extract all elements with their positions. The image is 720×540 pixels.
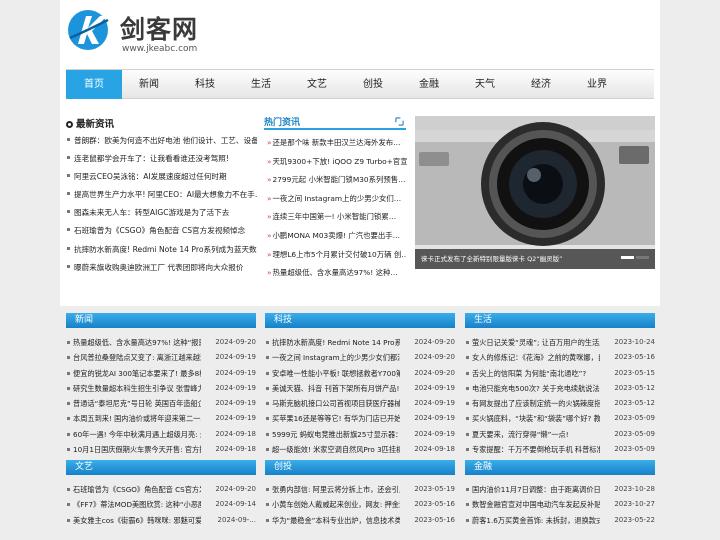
panel-news: 新闻 热量超级低、含水量高达97%! 这种“报恩”蔬菜…2024-09-20 台… — [66, 313, 256, 457]
list-item[interactable]: 普通话“泰坦尼克”号日轮 英国百年造船企业哈兰…2024-09-19 — [66, 396, 256, 411]
circle-bullet-icon — [66, 121, 73, 128]
panel-arts: 文艺 石班瑜曾为《CSGO》角色配音 CS官方发视频悼念2024-09-20 《… — [66, 460, 256, 528]
latest-title: 最新资讯 — [76, 119, 115, 130]
nav-venture[interactable]: 创投 — [345, 70, 401, 99]
list-item[interactable]: 提高世界生产力水平! 阿里CEO：AI最大想象力不在手… — [67, 186, 257, 204]
camera-photo — [415, 116, 655, 269]
list-item[interactable]: 数智金融官宣对中国电动汽车发起反补贴调查，涉及…2023-10-27 — [465, 497, 655, 512]
panel-life: 生活 萤火日记关爱“灵魂”; 让百万用户的生活乐趣模…2023-10-24 女人… — [465, 313, 655, 457]
list-item[interactable]: 热量超级低、含水量高达97%! 这种… — [267, 264, 407, 283]
list-item[interactable]: 阿里云CEO吴泳铭：AI发展速度超过任何时期 — [67, 168, 257, 186]
hot-title: 热门资讯 — [264, 118, 301, 128]
panel-list: 国内油价11月7日调整：由于距离调价日期较远，…2023-10-28 数智金融官… — [465, 475, 655, 528]
image-slider[interactable]: 徕卡正式发布了全新特别限量版徕卡 Q2“幽灵版” — [415, 116, 655, 269]
list-item[interactable]: 理想L6上市5个月累计交付破10万辆 创… — [267, 246, 407, 265]
list-item[interactable]: 萤火日记关爱“灵魂”; 让百万用户的生活乐趣模…2023-10-24 — [465, 335, 655, 350]
list-item[interactable]: 美诚天猫、抖音 刊首下架所有月饼产品! 罗永浩道…2024-09-19 — [265, 381, 455, 396]
list-item[interactable]: 天玑9300+下放! iQOO Z9 Turbo+官宣… — [267, 153, 407, 172]
list-item[interactable]: 台风普拉桑登陆点又变了: 离浙江越来越近 2024-09-19 — [66, 350, 256, 365]
main-nav: 首页 新闻 科技 生活 文艺 创投 金融 天气 经济 业界 — [66, 69, 654, 99]
slider-dot[interactable] — [621, 256, 634, 259]
hot-list: 还是那个味 新款丰田汉兰达海外发布… 天玑9300+下放! iQOO Z9 Tu… — [267, 134, 407, 283]
latest-heading: 最新资讯 — [66, 116, 114, 130]
slider-dots — [619, 252, 649, 261]
list-item[interactable]: 曝蔚来旗收购奥迪欧洲工厂 代表团即将向大众报价 — [67, 259, 257, 277]
list-item[interactable]: 国内油价11月7日调整：由于距离调价日期较远，…2023-10-28 — [465, 482, 655, 497]
list-item[interactable]: 60年一遇! 今年中秋满月遇上超级月亮: 最值赏…2024-09-18 — [66, 427, 256, 442]
list-item[interactable]: 蔚客1.6万买黄金首饰: 未拆封，退换款式均要按…2023-05-22 — [465, 513, 655, 528]
nav-economy[interactable]: 经济 — [513, 70, 569, 99]
panel-tech: 科技 抗摔防水新高度! Redmi Note 14 Pro系列成为蓝…2024-… — [265, 313, 455, 457]
list-item[interactable]: 石班瑜曾为《CSGO》角色配音 CS官方发视频悼念 — [67, 222, 257, 240]
panel-list: 热量超级低、含水量高达97%! 这种“报恩”蔬菜…2024-09-20 台风普拉… — [66, 328, 256, 457]
list-item[interactable]: 便宜的锐龙AI 300笔记本要来了! 最多8核CPU、…2024-09-19 — [66, 366, 256, 381]
panel-list: 萤火日记关爱“灵魂”; 让百万用户的生活乐趣模…2023-10-24 女人的修炼… — [465, 328, 655, 457]
panel-title[interactable]: 文艺 — [66, 460, 256, 475]
panel-venture: 创投 张勇内部信: 阿里云将分拆上市，还会引入外部…2023-05-19 小黄车… — [265, 460, 455, 528]
list-item[interactable]: 买苹果16还是等等它! 有华为门店已开始接受Mate…2024-09-19 — [265, 411, 455, 426]
panel-list: 石班瑜曾为《CSGO》角色配音 CS官方发视频悼念2024-09-20 《FF7… — [66, 475, 256, 528]
list-item[interactable]: 超一级能效! 米家空调自然风Pro 3匹挂机空调今…2024-09-18 — [265, 442, 455, 457]
latest-list: 普朗群：欧美为何造不出好电池 他们设计、工艺、设备… 连老鼠都学会开车了：让我看… — [67, 132, 257, 277]
panel-list: 抗摔防水新高度! Redmi Note 14 Pro系列成为蓝…2024-09-… — [265, 328, 455, 457]
list-item[interactable]: 5999元 蚂蚁电竞推出新旗25寸显示器：540Hz超…2024-09-19 — [265, 427, 455, 442]
list-item[interactable]: 美女雅主cos《街霸6》韩咪咪: 邪魅可爱身姿妖娆2024-09-... — [66, 513, 256, 528]
panel-list: 张勇内部信: 阿里云将分拆上市，还会引入外部…2023-05-19 小黄车创始人… — [265, 475, 455, 528]
list-item[interactable]: 10月1日国庆假期火车票今天开售: 官方提醒以准…2024-09-18 — [66, 442, 256, 457]
list-item[interactable]: 一夜之间 Instagram上的少男少女们… — [267, 190, 407, 209]
panel-title[interactable]: 新闻 — [66, 313, 256, 328]
nav-home[interactable]: 首页 — [66, 70, 122, 99]
site-logo[interactable]: 剑客网 www.jkeabc.com — [66, 6, 206, 58]
site-url: www.jkeabc.com — [122, 44, 198, 54]
list-item[interactable]: 女人的修炼记：《花海》之前的黄咪娜，自卑落…2023-05-16 — [465, 350, 655, 365]
panel-title[interactable]: 创投 — [265, 460, 455, 475]
list-item[interactable]: 马斯克脑机接口公司首视项目获医疗器械认证…2024-09-19 — [265, 396, 455, 411]
panel-title[interactable]: 生活 — [465, 313, 655, 328]
list-item[interactable]: 安卓唯一性能小平板! 联想拯救者Y700第三代来…2024-09-20 — [265, 366, 455, 381]
nav-life[interactable]: 生活 — [233, 70, 289, 99]
list-item[interactable]: 电池只能充电500次? 关于充电续航说法有真假…2023-05-12 — [465, 381, 655, 396]
nav-news[interactable]: 新闻 — [121, 70, 177, 99]
nav-weather[interactable]: 天气 — [457, 70, 513, 99]
list-item[interactable]: 华为“最稳金”本科专业出炉，信息技术类包揽前…2023-05-16 — [265, 513, 455, 528]
list-item[interactable]: 石班瑜曾为《CSGO》角色配音 CS官方发视频悼念2024-09-20 — [66, 482, 256, 497]
list-item[interactable]: 专家提醒：千万不要倒枪玩手机 科普标准姿势2023-05-09 — [465, 442, 655, 457]
list-item[interactable]: 《FF7》蒂法MOD美图欣赏: 这种“小恶魔”你爱吗?2024-09-14 — [66, 497, 256, 512]
list-item[interactable]: 连续三年中国第一! 小米智能门锁累… — [267, 208, 407, 227]
list-item[interactable]: 普朗群：欧美为何造不出好电池 他们设计、工艺、设备… — [67, 132, 257, 150]
list-item[interactable]: 抗摔防水新高度! Redmi Note 14 Pro系列成为蓝天数据官… — [67, 241, 257, 259]
list-item[interactable]: 研究生数量超本科生招生引争议 张雪峰力挺兰大2024-09-19 — [66, 381, 256, 396]
refresh-icon[interactable] — [395, 117, 404, 126]
nav-arts[interactable]: 文艺 — [289, 70, 345, 99]
list-item[interactable]: 2799元起 小米智能门锁M30系列预售… — [267, 171, 407, 190]
list-item[interactable]: 一夜之间 Instagram上的少男少女们都消失了2024-09-20 — [265, 350, 455, 365]
list-item[interactable]: 还是那个味 新款丰田汉兰达海外发布… — [267, 134, 407, 153]
list-item[interactable]: 有网友提出了应该制定统一的火锅辣度指数的建议…2023-05-12 — [465, 396, 655, 411]
list-item[interactable]: 本周五到来! 国内油价或将年迎来第二一次下调…2024-09-19 — [66, 411, 256, 426]
list-item[interactable]: 小鹏MONA M03卖爆! 广汽也要出手… — [267, 227, 407, 246]
list-item[interactable]: 买火锅底料，“块装”和“袋装”哪个好? 教你挑选…2023-05-09 — [465, 411, 655, 426]
nav-finance[interactable]: 金融 — [401, 70, 457, 99]
list-item[interactable]: 热量超级低、含水量高达97%! 这种“报恩”蔬菜…2024-09-20 — [66, 335, 256, 350]
list-item[interactable]: 张勇内部信: 阿里云将分拆上市，还会引入外部…2023-05-19 — [265, 482, 455, 497]
list-item[interactable]: 图森未来无人车：转型AIGC游戏是为了活下去 — [67, 204, 257, 222]
panel-finance: 金融 国内油价11月7日调整：由于距离调价日期较远，…2023-10-28 数智… — [465, 460, 655, 528]
list-item[interactable]: 小黄车创始人戴威起来创业，网友: 押金退了吗?2023-05-16 — [265, 497, 455, 512]
nav-industry[interactable]: 业界 — [569, 70, 625, 99]
panel-title[interactable]: 科技 — [265, 313, 455, 328]
list-item[interactable]: 夏天要来，流行穿得“懒”一点! 2023-05-09 — [465, 427, 655, 442]
hot-heading: 热门资讯 — [264, 115, 406, 130]
site-name: 剑客网 — [120, 15, 199, 44]
logo-k-icon — [68, 10, 109, 50]
panel-title[interactable]: 金融 — [465, 460, 655, 475]
list-item[interactable]: 抗摔防水新高度! Redmi Note 14 Pro系列成为蓝…2024-09-… — [265, 335, 455, 350]
slider-dot[interactable] — [636, 256, 649, 259]
nav-tech[interactable]: 科技 — [177, 70, 233, 99]
list-item[interactable]: 舌尖上的信阳菜 为何能“南北通吃”? 2023-05-15 — [465, 366, 655, 381]
list-item[interactable]: 连老鼠都学会开车了：让我看看谁还没考驾照! — [67, 150, 257, 168]
